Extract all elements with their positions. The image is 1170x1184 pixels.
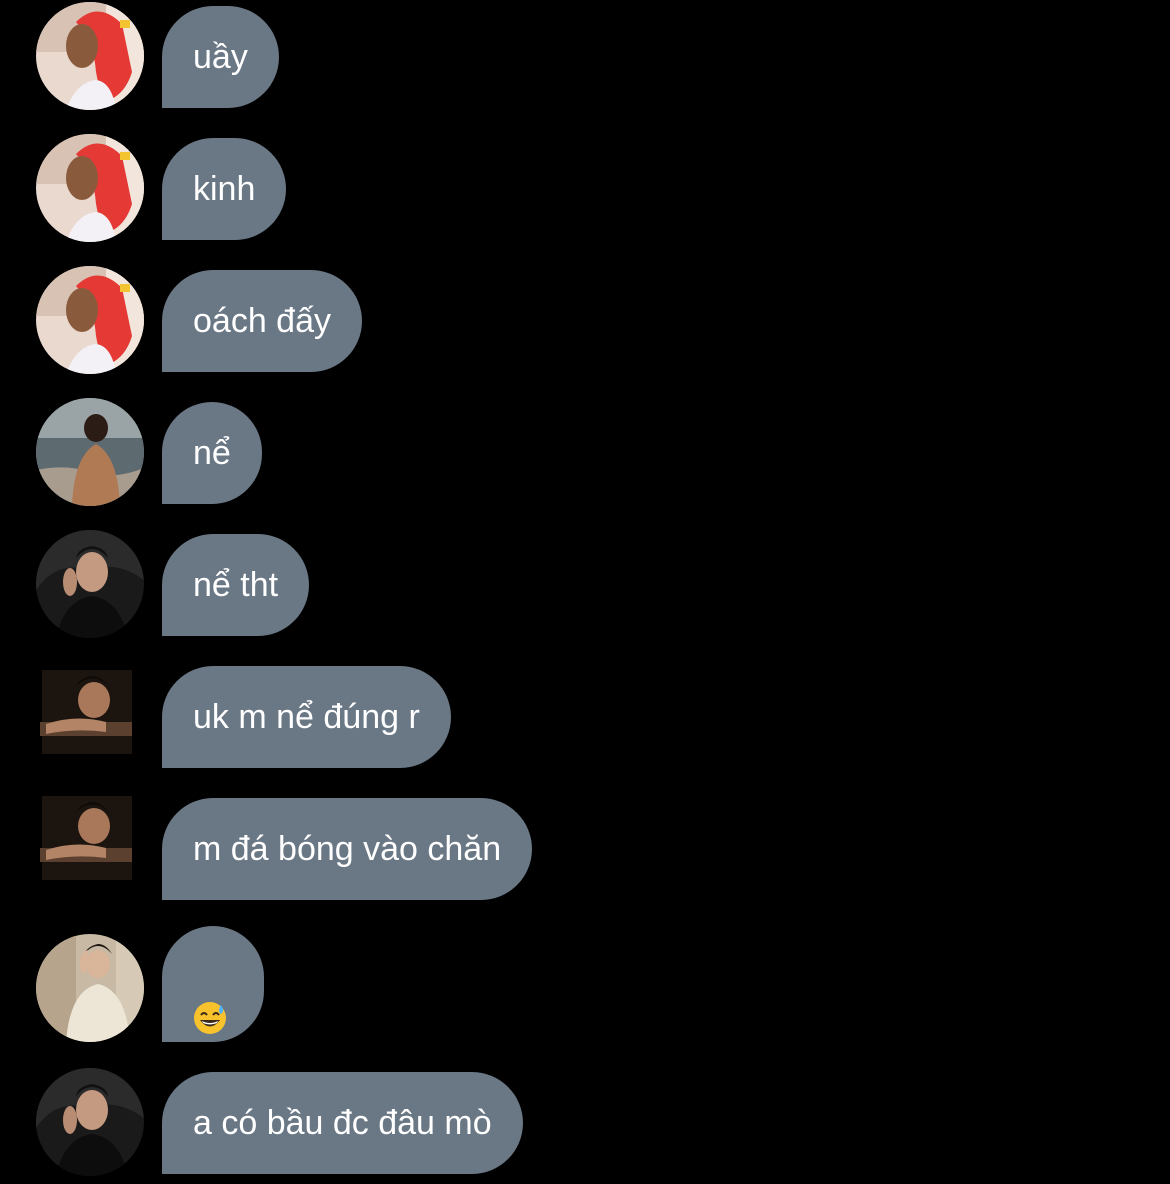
message-row: uk m nể đúng r: [0, 662, 1170, 770]
message-bubble[interactable]: m đá bóng vào chăn: [162, 798, 533, 900]
leaning-portrait-avatar[interactable]: [36, 662, 144, 770]
message-bubble[interactable]: nể: [162, 402, 262, 504]
grinning-sweat-emoji: [193, 966, 227, 1034]
message-text: oách đấy: [193, 302, 331, 340]
message-row: nể: [0, 398, 1170, 506]
message-thread: uầy kinh oách đấy nể nể tht uk m nể đúng…: [0, 0, 1170, 1184]
message-text: nể tht: [193, 566, 279, 604]
dark-portrait-avatar[interactable]: [36, 530, 144, 638]
message-text: m đá bóng vào chăn: [193, 830, 502, 868]
red-scarf-avatar[interactable]: [36, 134, 144, 242]
message-row: a có bầu đc đâu mò: [0, 1068, 1170, 1176]
message-row: m đá bóng vào chăn: [0, 794, 1170, 902]
message-row: oách đấy: [0, 266, 1170, 374]
message-row: nể tht: [0, 530, 1170, 638]
leaning-portrait-avatar[interactable]: [36, 794, 144, 902]
message-text: a có bầu đc đâu mò: [193, 1104, 492, 1142]
red-scarf-avatar[interactable]: [36, 2, 144, 110]
beach-avatar[interactable]: [36, 398, 144, 506]
message-bubble[interactable]: uk m nể đúng r: [162, 666, 451, 768]
message-row: kinh: [0, 134, 1170, 242]
white-sweater-avatar[interactable]: [36, 934, 144, 1042]
message-text: kinh: [193, 170, 256, 208]
dark-portrait-avatar[interactable]: [36, 1068, 144, 1176]
message-text: uầy: [193, 38, 248, 76]
message-bubble[interactable]: [162, 926, 264, 1042]
message-bubble[interactable]: nể tht: [162, 534, 310, 636]
message-bubble[interactable]: uầy: [162, 6, 279, 108]
message-text: nể: [193, 434, 231, 472]
message-row: uầy: [0, 2, 1170, 110]
red-scarf-avatar[interactable]: [36, 266, 144, 374]
message-bubble[interactable]: kinh: [162, 138, 287, 240]
message-bubble[interactable]: oách đấy: [162, 270, 362, 372]
message-bubble[interactable]: a có bầu đc đâu mò: [162, 1072, 523, 1174]
message-text: uk m nể đúng r: [193, 698, 420, 736]
message-row: [0, 926, 1170, 1042]
